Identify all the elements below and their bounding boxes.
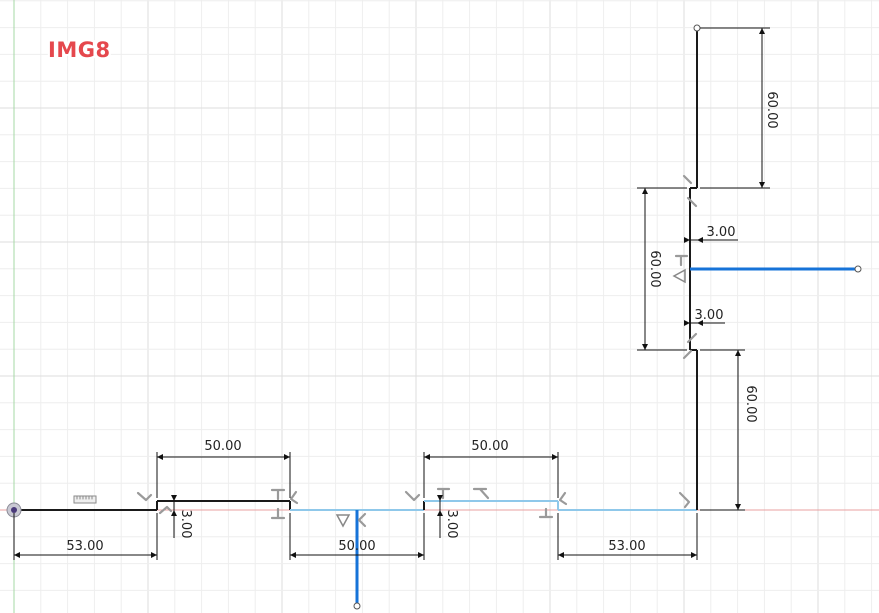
dimension-value[interactable]: 3.00 xyxy=(444,510,459,539)
dimension-step-3[interactable]: 3.00 xyxy=(686,308,725,324)
vertical-constraint-icon[interactable] xyxy=(672,268,686,284)
parallel-constraint-icon[interactable] xyxy=(73,495,97,504)
perpendicular-icon[interactable] xyxy=(674,254,689,267)
dimension-step-1[interactable]: 3.00 xyxy=(173,497,193,539)
dimension-value[interactable]: 53.00 xyxy=(66,539,103,554)
perpendicular-icon[interactable] xyxy=(472,487,490,500)
dimension-arrowhead xyxy=(284,454,290,460)
perpendicular-icon[interactable] xyxy=(404,490,421,502)
dimension-arrowhead xyxy=(558,552,564,558)
endpoint-top[interactable] xyxy=(693,24,701,32)
dimension-value[interactable]: 3.00 xyxy=(178,510,193,539)
dimension-arrowhead xyxy=(691,552,697,558)
dimension-value[interactable]: 53.00 xyxy=(608,539,645,554)
image-tag-badge: IMG8 xyxy=(48,38,111,62)
dimension-arrowhead xyxy=(418,552,424,558)
dimension-arrowhead xyxy=(151,552,157,558)
dimension-value[interactable]: 50.00 xyxy=(338,539,375,554)
horizontal-constraint-icon[interactable] xyxy=(335,514,351,528)
endpoint-right[interactable] xyxy=(854,265,862,273)
dimension-value[interactable]: 60.00 xyxy=(764,91,779,128)
dimension-arrowhead xyxy=(424,454,430,460)
dimension-top-1[interactable]: 50.00 xyxy=(156,439,291,498)
origin-center-icon xyxy=(11,507,17,513)
dimension-arrowhead xyxy=(735,350,741,356)
dimension-value[interactable]: 50.00 xyxy=(471,439,508,454)
dimension-value[interactable]: 3.00 xyxy=(695,308,724,323)
dimension-arrowhead xyxy=(552,454,558,460)
dimension-value[interactable]: 50.00 xyxy=(204,439,241,454)
sketch-drawing[interactable]: 53.00 50.00 3.00 50.00 50.00 3.00 53.00 … xyxy=(0,0,879,613)
dimension-arrowhead xyxy=(14,552,20,558)
dimension-arrowhead xyxy=(290,552,296,558)
dimension-value[interactable]: 60.00 xyxy=(743,385,758,422)
perpendicular-icon[interactable] xyxy=(136,491,153,502)
dimension-arrowhead xyxy=(437,510,443,516)
dimension-arrowhead xyxy=(157,454,163,460)
dimension-value[interactable]: 60.00 xyxy=(647,250,662,287)
perpendicular-icon[interactable] xyxy=(289,490,299,505)
dimension-arrowhead xyxy=(735,504,741,510)
perpendicular-icon[interactable] xyxy=(558,491,568,506)
dimension-step-4[interactable]: 3.00 xyxy=(686,225,738,241)
sketch-canvas[interactable]: 53.00 50.00 3.00 50.00 50.00 3.00 53.00 … xyxy=(0,0,879,613)
dimension-value[interactable]: 3.00 xyxy=(707,225,736,240)
endpoint-bottom[interactable] xyxy=(353,602,361,610)
